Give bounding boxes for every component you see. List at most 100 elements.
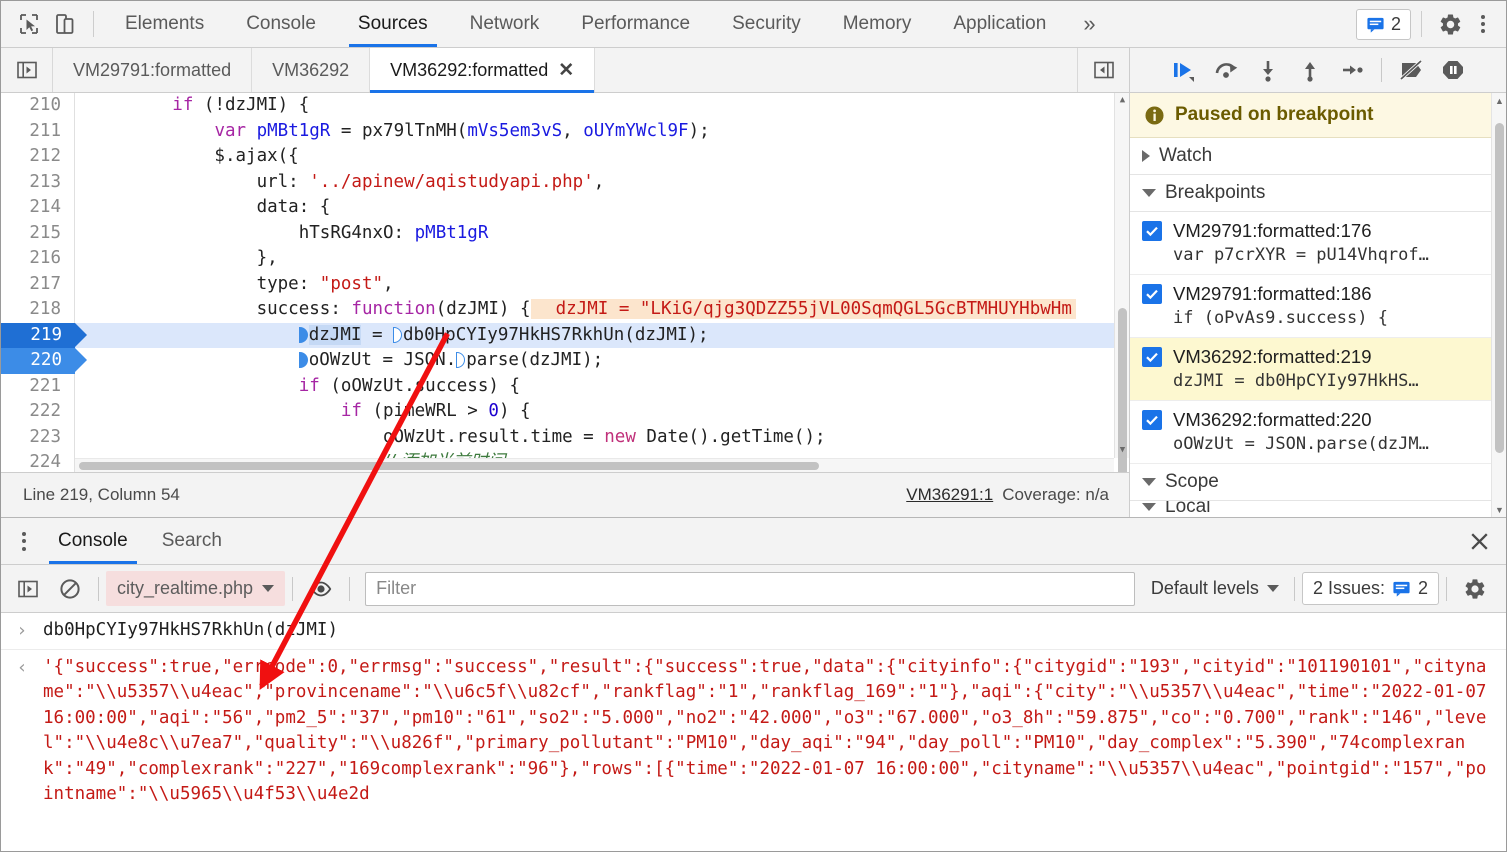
show-debugger-sidebar-icon[interactable] (1077, 48, 1129, 92)
console-output[interactable]: › db0HpCYIy97HkHS7RkhUn(dzJMI) ‹ '{"succ… (1, 613, 1506, 851)
scope-section-header[interactable]: Scope (1130, 464, 1506, 501)
drawer-tab-console[interactable]: Console (41, 518, 145, 564)
watch-section-header[interactable]: Watch (1130, 138, 1506, 175)
code-line[interactable]: 223 oOWzUt.result.time = new Date().getT… (1, 424, 1129, 450)
file-tab-vm36292-formatted[interactable]: VM36292:formatted ✕ (370, 48, 596, 93)
inline-breakpoint-icon[interactable] (298, 352, 308, 368)
code-line[interactable]: 212 $.ajax({ (1, 144, 1129, 170)
inline-breakpoint-icon[interactable] (456, 352, 466, 368)
log-levels-selector[interactable]: Default levels (1143, 578, 1287, 599)
more-tabs-icon[interactable]: » (1067, 11, 1111, 37)
code-line[interactable]: 215 hTsRG4nxO: pMBt1gR (1, 220, 1129, 246)
line-number[interactable]: 219 (1, 322, 87, 348)
line-number[interactable]: 211 (1, 118, 75, 144)
code-line[interactable]: 217 type: "post", (1, 271, 1129, 297)
step-over-icon[interactable] (1206, 51, 1246, 89)
code-line[interactable]: 219 dzJMI = db0HpCYIy97HkHS7RkhUn(dzJMI)… (1, 322, 1129, 348)
line-number[interactable]: 210 (1, 93, 75, 119)
close-drawer-icon[interactable] (1452, 518, 1506, 564)
resume-script-execution-icon[interactable] (1164, 51, 1204, 89)
line-number[interactable]: 218 (1, 297, 75, 323)
code-line[interactable]: 210 if (!dzJMI) { (1, 93, 1129, 119)
inspect-cursor-icon[interactable] (11, 6, 47, 42)
editor-hscroll-thumb[interactable] (79, 462, 819, 470)
breakpoint-item[interactable]: VM36292:formatted:220 oOWzUt = JSON.parse… (1130, 401, 1506, 464)
editor-vertical-scrollbar[interactable]: ▲ ▼ (1114, 93, 1129, 472)
kebab-menu-icon[interactable] (1468, 7, 1498, 41)
console-issues-button[interactable]: 2 Issues: 2 (1301, 572, 1439, 605)
file-tab-label: VM36292 (272, 59, 350, 80)
gear-icon[interactable] (1432, 6, 1468, 42)
console-result-line[interactable]: ‹ '{"success":true,"errcode":0,"errmsg":… (1, 648, 1506, 813)
code-line[interactable]: 214 data: { (1, 195, 1129, 221)
line-number[interactable]: 217 (1, 271, 75, 297)
show-navigator-icon[interactable] (1, 48, 53, 92)
line-number[interactable]: 212 (1, 144, 75, 170)
code-line[interactable]: 218 success: function(dzJMI) { dzJMI = "… (1, 297, 1129, 323)
console-input-line[interactable]: › db0HpCYIy97HkHS7RkhUn(dzJMI) (1, 613, 1506, 649)
drawer-tab-search[interactable]: Search (145, 518, 239, 564)
line-number[interactable]: 216 (1, 246, 75, 272)
clear-console-icon[interactable] (49, 570, 91, 608)
file-tab-vm29791-formatted[interactable]: VM29791:formatted (53, 48, 253, 92)
panel-tab-memory[interactable]: Memory (822, 1, 933, 47)
line-number[interactable]: 221 (1, 373, 75, 399)
panel-tab-elements[interactable]: Elements (104, 1, 225, 47)
code-line[interactable]: 220 oOWzUt = JSON. parse(dzJMI); (1, 348, 1129, 374)
panel-tab-console[interactable]: Console (225, 1, 337, 47)
line-number[interactable]: 220 (1, 348, 87, 374)
step-out-icon[interactable] (1290, 51, 1330, 89)
device-toolbar-icon[interactable] (47, 6, 83, 42)
line-number[interactable]: 215 (1, 220, 75, 246)
breakpoint-checkbox[interactable] (1142, 410, 1162, 430)
sidebar-scroll-down-arrow[interactable]: ▼ (1492, 502, 1506, 517)
line-number[interactable]: 213 (1, 169, 75, 195)
source-origin-link[interactable]: VM36291:1 (906, 485, 993, 505)
code-line[interactable]: 211 var pMBt1gR = px79lTnMH(mVs5em3vS, o… (1, 118, 1129, 144)
breakpoint-checkbox[interactable] (1142, 284, 1162, 304)
file-tab-vm36292[interactable]: VM36292 (252, 48, 371, 92)
code-line[interactable]: 216 }, (1, 246, 1129, 272)
sidebar-vertical-scrollbar[interactable]: ▲ ▼ (1491, 93, 1506, 517)
live-expression-icon[interactable] (300, 570, 342, 608)
step-into-icon[interactable] (1248, 51, 1288, 89)
inline-breakpoint-icon[interactable] (298, 326, 308, 343)
line-number[interactable]: 223 (1, 424, 75, 450)
code-line[interactable]: 221 if (oOWzUt.success) { (1, 373, 1129, 399)
breakpoint-item[interactable]: VM36292:formatted:219 dzJMI = db0HpCYIy97… (1130, 338, 1506, 401)
panel-tab-application[interactable]: Application (932, 1, 1067, 47)
pause-on-exceptions-icon[interactable] (1433, 51, 1473, 89)
code-line[interactable]: 222 if (pimeWRL > 0) { (1, 399, 1129, 425)
breakpoint-checkbox[interactable] (1142, 347, 1162, 367)
breakpoint-item[interactable]: VM29791:formatted:176 var p7crXYR = pU14V… (1130, 212, 1506, 275)
local-label: Local (1165, 501, 1211, 517)
step-icon[interactable] (1332, 51, 1372, 89)
local-scope-header[interactable]: Local (1130, 501, 1506, 517)
panel-tab-network[interactable]: Network (449, 1, 561, 47)
drawer-kebab-menu-icon[interactable] (7, 518, 41, 564)
line-number[interactable]: 214 (1, 195, 75, 221)
code-line[interactable]: 213 url: '../apinew/aqistudyapi.php', (1, 169, 1129, 195)
inline-breakpoint-icon[interactable] (393, 326, 403, 343)
panel-tab-sources[interactable]: Sources (337, 1, 449, 47)
line-number[interactable]: 224 (1, 450, 75, 472)
gear-icon[interactable] (1454, 570, 1496, 608)
sidebar-scroll-thumb[interactable] (1495, 123, 1504, 453)
breakpoints-section-header[interactable]: Breakpoints (1130, 175, 1506, 212)
deactivate-breakpoints-icon[interactable] (1391, 51, 1431, 89)
panel-tab-performance[interactable]: Performance (560, 1, 711, 47)
issues-counter-button[interactable]: 2 (1355, 8, 1411, 40)
code-editor[interactable]: 210 if (!dzJMI) {211 var pMBt1gR = px79l… (1, 93, 1129, 472)
breakpoint-item[interactable]: VM29791:formatted:186 if (oPvAs9.success)… (1130, 275, 1506, 338)
panel-tab-security[interactable]: Security (711, 1, 822, 47)
scroll-down-arrow[interactable]: ▼ (1115, 443, 1129, 458)
line-number[interactable]: 222 (1, 399, 75, 425)
scroll-up-arrow[interactable]: ▲ (1115, 93, 1129, 108)
breakpoint-checkbox[interactable] (1142, 221, 1162, 241)
close-tab-icon[interactable]: ✕ (558, 61, 574, 80)
console-filter-input[interactable]: Filter (365, 571, 1135, 606)
editor-horizontal-scrollbar[interactable] (75, 458, 1114, 472)
execution-context-selector[interactable]: city_realtime.php (106, 571, 286, 606)
sidebar-scroll-up-arrow[interactable]: ▲ (1492, 93, 1506, 108)
console-sidebar-icon[interactable] (7, 570, 49, 608)
